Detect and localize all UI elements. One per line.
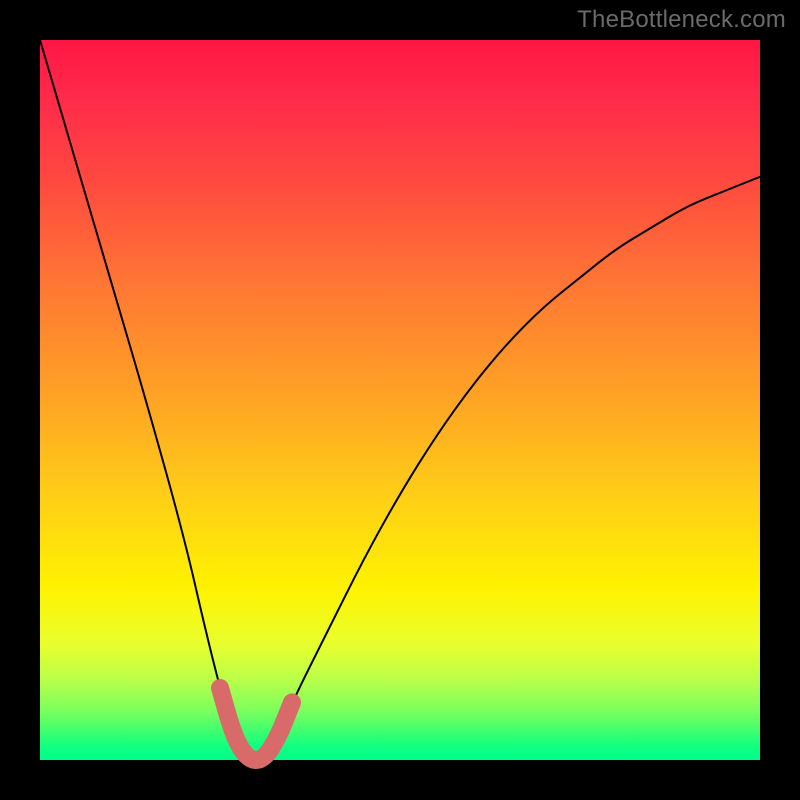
watermark-text: TheBottleneck.com <box>577 6 786 34</box>
chart-svg <box>40 40 760 760</box>
curve-highlight-segment <box>220 688 292 760</box>
chart-plot-area <box>40 40 760 760</box>
curve-line <box>40 40 760 760</box>
chart-frame: TheBottleneck.com <box>0 0 800 800</box>
